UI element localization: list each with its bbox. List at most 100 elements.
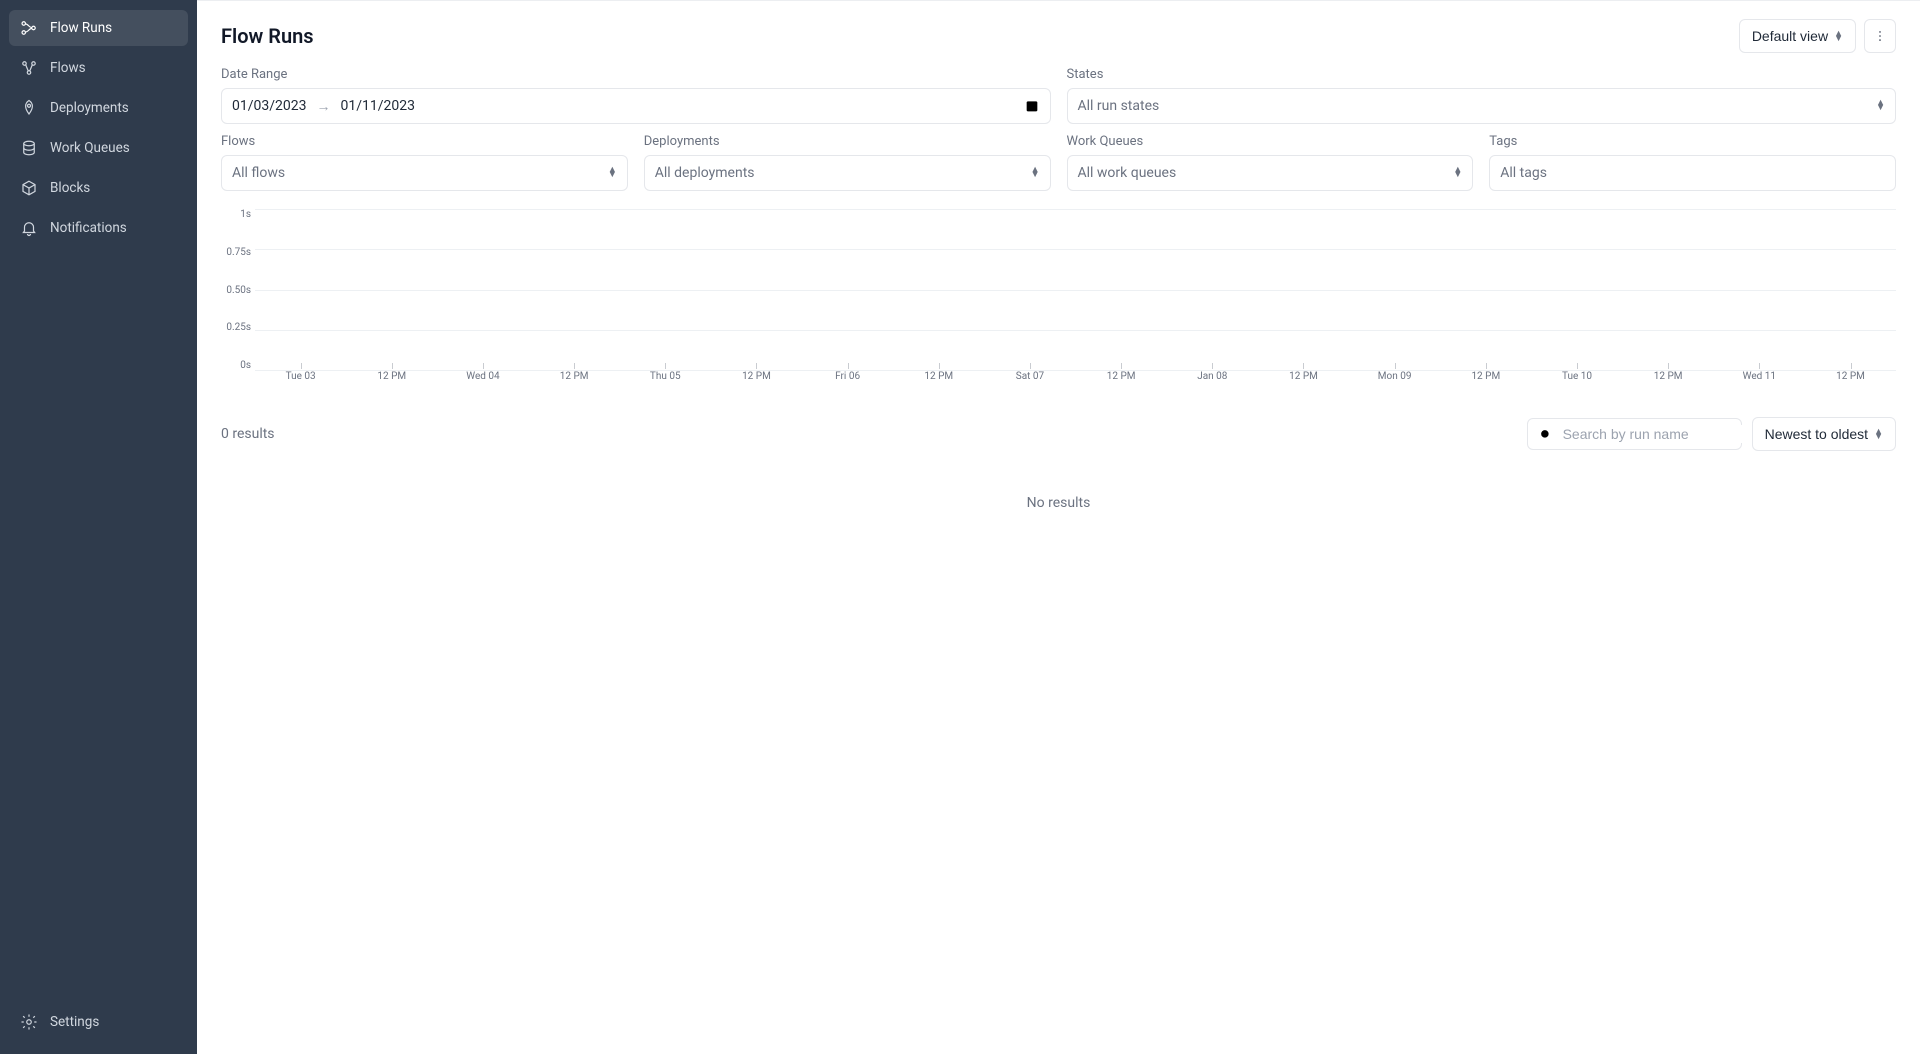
chart-y-axis: 1s 0.75s 0.50s 0.25s 0s [221, 209, 251, 371]
chart-x-tick: 12 PM [711, 371, 802, 382]
chevron-updown-icon: ▲▼ [1834, 31, 1843, 41]
sidebar-item-settings[interactable]: Settings [9, 1004, 188, 1040]
chart-x-tick: 12 PM [1076, 371, 1167, 382]
chart-x-tick: Tue 03 [255, 371, 346, 382]
chevron-updown-icon: ▲▼ [1874, 429, 1883, 439]
tags-select[interactable]: All tags [1489, 155, 1896, 191]
filter-date-range: Date Range 01/03/2023 → 01/11/2023 [221, 67, 1051, 124]
chart-x-tick: Mon 09 [1349, 371, 1440, 382]
chart-x-tick: 12 PM [893, 371, 984, 382]
view-selector-label: Default view [1752, 28, 1828, 44]
filter-label: Date Range [221, 67, 1051, 82]
chart-grid-line [255, 290, 1896, 291]
filter-label: States [1067, 67, 1897, 82]
date-start: 01/03/2023 [232, 98, 307, 114]
page-title: Flow Runs [221, 24, 314, 48]
filter-label: Work Queues [1067, 134, 1474, 149]
chart-y-tick: 0.75s [221, 247, 251, 258]
select-value: All flows [232, 165, 285, 181]
main: Flow Runs Default view ▲▼ Date R [197, 0, 1920, 1054]
search-input-wrapper[interactable] [1527, 418, 1742, 450]
select-value: All work queues [1078, 165, 1177, 181]
select-value: All tags [1500, 165, 1547, 181]
page-header: Flow Runs Default view ▲▼ [221, 19, 1896, 53]
deployments-icon [20, 99, 38, 117]
chart-x-tick: Wed 04 [437, 371, 528, 382]
sidebar-item-label: Flow Runs [50, 20, 112, 36]
view-selector[interactable]: Default view ▲▼ [1739, 19, 1856, 53]
chart-x-tick: Wed 11 [1714, 371, 1805, 382]
search-input[interactable] [1561, 425, 1746, 443]
search-icon [1538, 427, 1553, 442]
sidebar-item-label: Deployments [50, 100, 129, 116]
sidebar-item-flow-runs[interactable]: Flow Runs [9, 10, 188, 46]
deployments-select[interactable]: All deployments ▲▼ [644, 155, 1051, 191]
filter-tags: Tags All tags [1489, 134, 1896, 191]
sidebar-item-blocks[interactable]: Blocks [9, 170, 188, 206]
flows-icon [20, 59, 38, 77]
chart-y-tick: 0s [221, 360, 251, 371]
calendar-icon [1024, 98, 1040, 114]
chart-y-tick: 1s [221, 209, 251, 220]
chart-x-tick: Tue 10 [1531, 371, 1622, 382]
filters: Date Range 01/03/2023 → 01/11/2023 State… [221, 67, 1896, 191]
sidebar-item-flows[interactable]: Flows [9, 50, 188, 86]
arrow-right-icon: → [317, 98, 331, 115]
chevron-updown-icon: ▲▼ [608, 168, 617, 178]
chart-x-tick: 12 PM [346, 371, 437, 382]
sidebar-item-label: Blocks [50, 180, 90, 196]
sidebar-item-label: Notifications [50, 220, 127, 236]
gear-icon [20, 1013, 38, 1031]
select-value: All deployments [655, 165, 755, 181]
chevron-updown-icon: ▲▼ [1876, 101, 1885, 111]
results-bar: 0 results Newest to oldest ▲▼ [221, 417, 1896, 451]
no-results-message: No results [221, 471, 1896, 535]
chart-x-tick: 12 PM [1623, 371, 1714, 382]
chart-grid [255, 209, 1896, 371]
more-menu-button[interactable] [1864, 19, 1896, 53]
filter-deployments: Deployments All deployments ▲▼ [644, 134, 1051, 191]
sidebar-nav: Flow Runs Flows Deployments Work Queues [9, 10, 188, 1004]
chart-x-tick: 12 PM [1440, 371, 1531, 382]
sidebar-item-label: Work Queues [50, 140, 130, 156]
filter-label: Flows [221, 134, 628, 149]
chart-x-tick: 12 PM [1805, 371, 1896, 382]
chart-x-tick: 12 PM [1258, 371, 1349, 382]
results-count: 0 results [221, 426, 275, 442]
sidebar-item-label: Settings [50, 1014, 99, 1030]
chart-x-tick: Sat 07 [984, 371, 1075, 382]
filter-label: Tags [1489, 134, 1896, 149]
blocks-icon [20, 179, 38, 197]
flows-select[interactable]: All flows ▲▼ [221, 155, 628, 191]
sidebar-item-label: Flows [50, 60, 86, 76]
bell-icon [20, 219, 38, 237]
sort-select[interactable]: Newest to oldest ▲▼ [1752, 417, 1896, 451]
chart-x-axis: Tue 0312 PMWed 0412 PMThu 0512 PMFri 061… [255, 371, 1896, 399]
chevron-updown-icon: ▲▼ [1031, 168, 1040, 178]
chart-y-tick: 0.25s [221, 322, 251, 333]
filter-label: Deployments [644, 134, 1051, 149]
work-queues-select[interactable]: All work queues ▲▼ [1067, 155, 1474, 191]
chart-x-tick: Jan 08 [1167, 371, 1258, 382]
chart-grid-line [255, 249, 1896, 250]
date-range-picker[interactable]: 01/03/2023 → 01/11/2023 [221, 88, 1051, 124]
sidebar-item-notifications[interactable]: Notifications [9, 210, 188, 246]
sidebar-item-deployments[interactable]: Deployments [9, 90, 188, 126]
states-select[interactable]: All run states ▲▼ [1067, 88, 1897, 124]
filter-states: States All run states ▲▼ [1067, 67, 1897, 124]
chart-x-tick: Fri 06 [802, 371, 893, 382]
sort-value: Newest to oldest [1765, 426, 1869, 442]
sidebar-item-work-queues[interactable]: Work Queues [9, 130, 188, 166]
chart-x-tick: 12 PM [529, 371, 620, 382]
sidebar: Flow Runs Flows Deployments Work Queues [0, 0, 197, 1054]
flow-runs-icon [20, 19, 38, 37]
chart-y-tick: 0.50s [221, 285, 251, 296]
duration-chart: 1s0.75s0.50s0.25s0s Tue 0312 PMWed 0412 … [221, 209, 1896, 399]
chart-grid-line [255, 209, 1896, 210]
kebab-icon [1873, 29, 1887, 43]
chart-grid-line [255, 330, 1896, 331]
filter-work-queues: Work Queues All work queues ▲▼ [1067, 134, 1474, 191]
work-queues-icon [20, 139, 38, 157]
select-value: All run states [1078, 98, 1160, 114]
date-end: 01/11/2023 [341, 98, 416, 114]
